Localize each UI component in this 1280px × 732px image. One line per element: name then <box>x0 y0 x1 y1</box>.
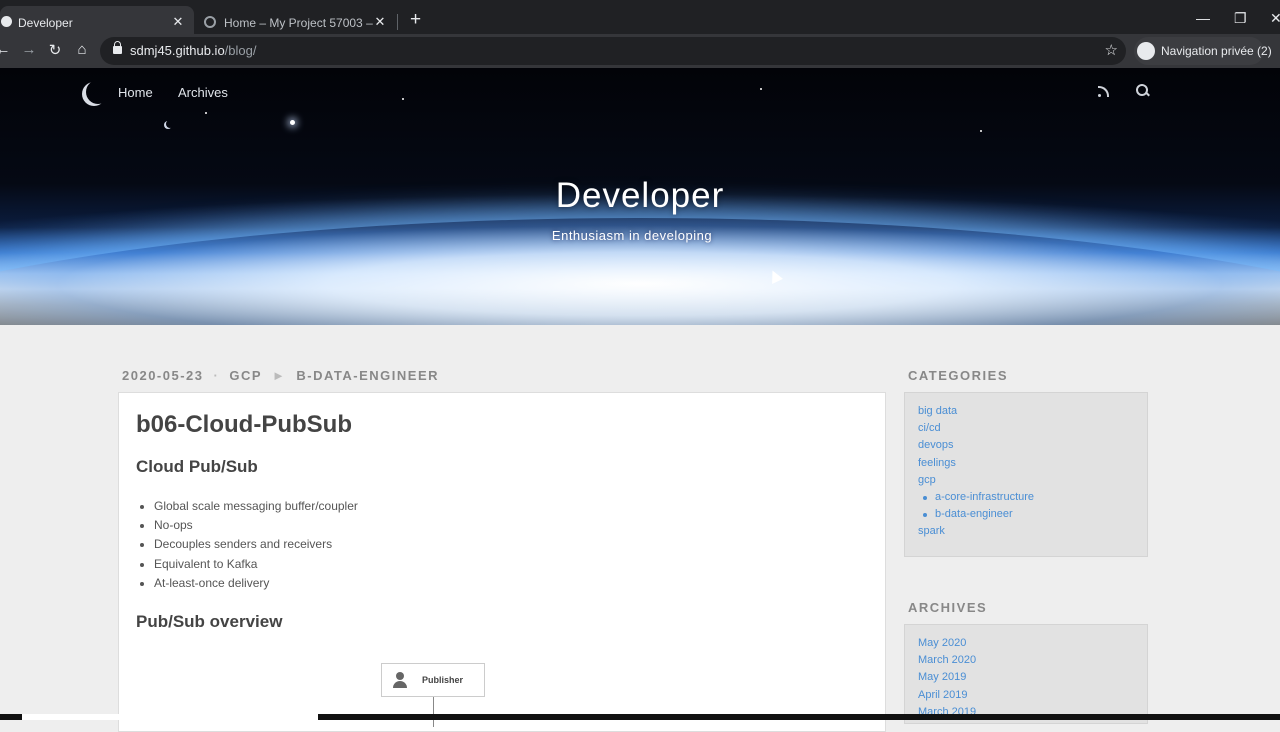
star <box>980 130 982 132</box>
section-heading: Pub/Sub overview <box>136 612 283 631</box>
taskbar-active-item[interactable] <box>22 714 318 720</box>
url-text: sdmj45.github.io/blog/ <box>130 43 257 58</box>
star <box>205 112 207 114</box>
meta-separator: · <box>213 368 220 383</box>
tab-title: Developer <box>18 16 73 30</box>
publisher-diagram-node: Publisher <box>381 663 485 697</box>
rss-icon[interactable] <box>1098 85 1110 97</box>
tab-title: Home – My Project 57003 – Goo <box>224 16 374 30</box>
tab-divider <box>397 14 398 30</box>
post-meta: 2020-05-23 · GCP ► B-DATA-ENGINEER <box>122 368 439 383</box>
site-subtitle: Enthusiasm in developing <box>551 228 713 243</box>
minimize-icon[interactable]: — <box>1196 10 1210 26</box>
subcategory-link[interactable]: b-data-engineer <box>918 506 1134 523</box>
diagram-connector <box>433 697 434 727</box>
diagram-label: Publisher <box>422 675 464 685</box>
profile-label: Navigation privée (2) <box>1161 44 1272 58</box>
category-link[interactable]: feelings <box>918 455 1134 472</box>
post-card: b06-Cloud-PubSub Cloud Pub/Sub Global sc… <box>118 392 886 732</box>
browser-toolbar: ← → ↻ ⌂ sdmj45.github.io/blog/ ☆ Navigat… <box>0 34 1280 68</box>
post-title[interactable]: b06-Cloud-PubSub <box>136 411 352 439</box>
incognito-profile-button[interactable]: Navigation privée (2) <box>1134 37 1272 65</box>
back-arrow-icon[interactable]: ← <box>0 41 12 58</box>
site-logo-icon[interactable] <box>86 80 110 104</box>
forward-arrow-icon[interactable]: → <box>20 41 38 58</box>
star <box>760 88 762 90</box>
bullet-list: Global scale messaging buffer/coupler No… <box>154 497 358 593</box>
star <box>402 98 404 100</box>
archive-link[interactable]: May 2020 <box>918 635 1134 652</box>
post-date[interactable]: 2020-05-23 <box>122 368 204 383</box>
category-link[interactable]: spark <box>918 523 1134 540</box>
new-tab-plus-icon[interactable]: + <box>410 10 421 30</box>
categories-widget: big data ci/cd devops feelings gcp a-cor… <box>904 392 1148 557</box>
os-taskbar <box>0 714 1280 720</box>
bright-star <box>290 120 295 125</box>
hero-banner: Home Archives Developer Enthusiasm in de… <box>0 68 1280 325</box>
nav-archives-link[interactable]: Archives <box>178 85 228 100</box>
bookmark-star-icon[interactable]: ☆ <box>1105 41 1118 59</box>
address-bar[interactable]: sdmj45.github.io/blog/ ☆ <box>100 37 1126 65</box>
categories-heading: CATEGORIES <box>908 368 1008 383</box>
restore-icon[interactable]: ❐ <box>1234 10 1247 27</box>
incognito-icon <box>1137 42 1155 60</box>
category-link[interactable]: big data <box>918 403 1134 420</box>
site-favicon-icon <box>1 16 12 27</box>
archives-heading: ARCHIVES <box>908 600 988 615</box>
category-link[interactable]: ci/cd <box>918 420 1134 437</box>
gcp-favicon-icon <box>204 16 216 28</box>
search-icon[interactable] <box>1136 84 1148 96</box>
subcategory-link[interactable]: a-core-infrastructure <box>918 489 1134 506</box>
archives-widget: May 2020 March 2020 May 2019 April 2019 … <box>904 624 1148 724</box>
category-link[interactable]: gcp <box>918 472 1134 489</box>
person-icon <box>392 672 408 688</box>
home-icon[interactable]: ⌂ <box>73 41 91 58</box>
list-item: Equivalent to Kafka <box>154 555 358 574</box>
list-item: At-least-once delivery <box>154 574 358 593</box>
moon <box>166 120 174 128</box>
post-subcategory-link[interactable]: B-DATA-ENGINEER <box>296 368 439 383</box>
archive-link[interactable]: April 2019 <box>918 687 1134 704</box>
post-category-link[interactable]: GCP <box>229 368 262 383</box>
reload-icon[interactable]: ↻ <box>46 41 64 59</box>
list-item: No-ops <box>154 516 358 535</box>
close-icon[interactable]: ✕ <box>372 14 388 30</box>
list-item: Global scale messaging buffer/coupler <box>154 497 358 516</box>
window-close-icon[interactable]: ✕ <box>1270 10 1280 27</box>
lock-icon[interactable] <box>113 41 122 54</box>
list-item: Decouples senders and receivers <box>154 535 358 554</box>
close-icon[interactable]: ✕ <box>170 14 186 30</box>
meta-arrow-icon: ► <box>272 368 287 383</box>
site-title: Developer <box>555 176 725 215</box>
archive-link[interactable]: May 2019 <box>918 669 1134 686</box>
section-heading: Cloud Pub/Sub <box>136 457 258 476</box>
nav-home-link[interactable]: Home <box>118 85 153 100</box>
category-link[interactable]: devops <box>918 437 1134 454</box>
archive-link[interactable]: March 2020 <box>918 652 1134 669</box>
